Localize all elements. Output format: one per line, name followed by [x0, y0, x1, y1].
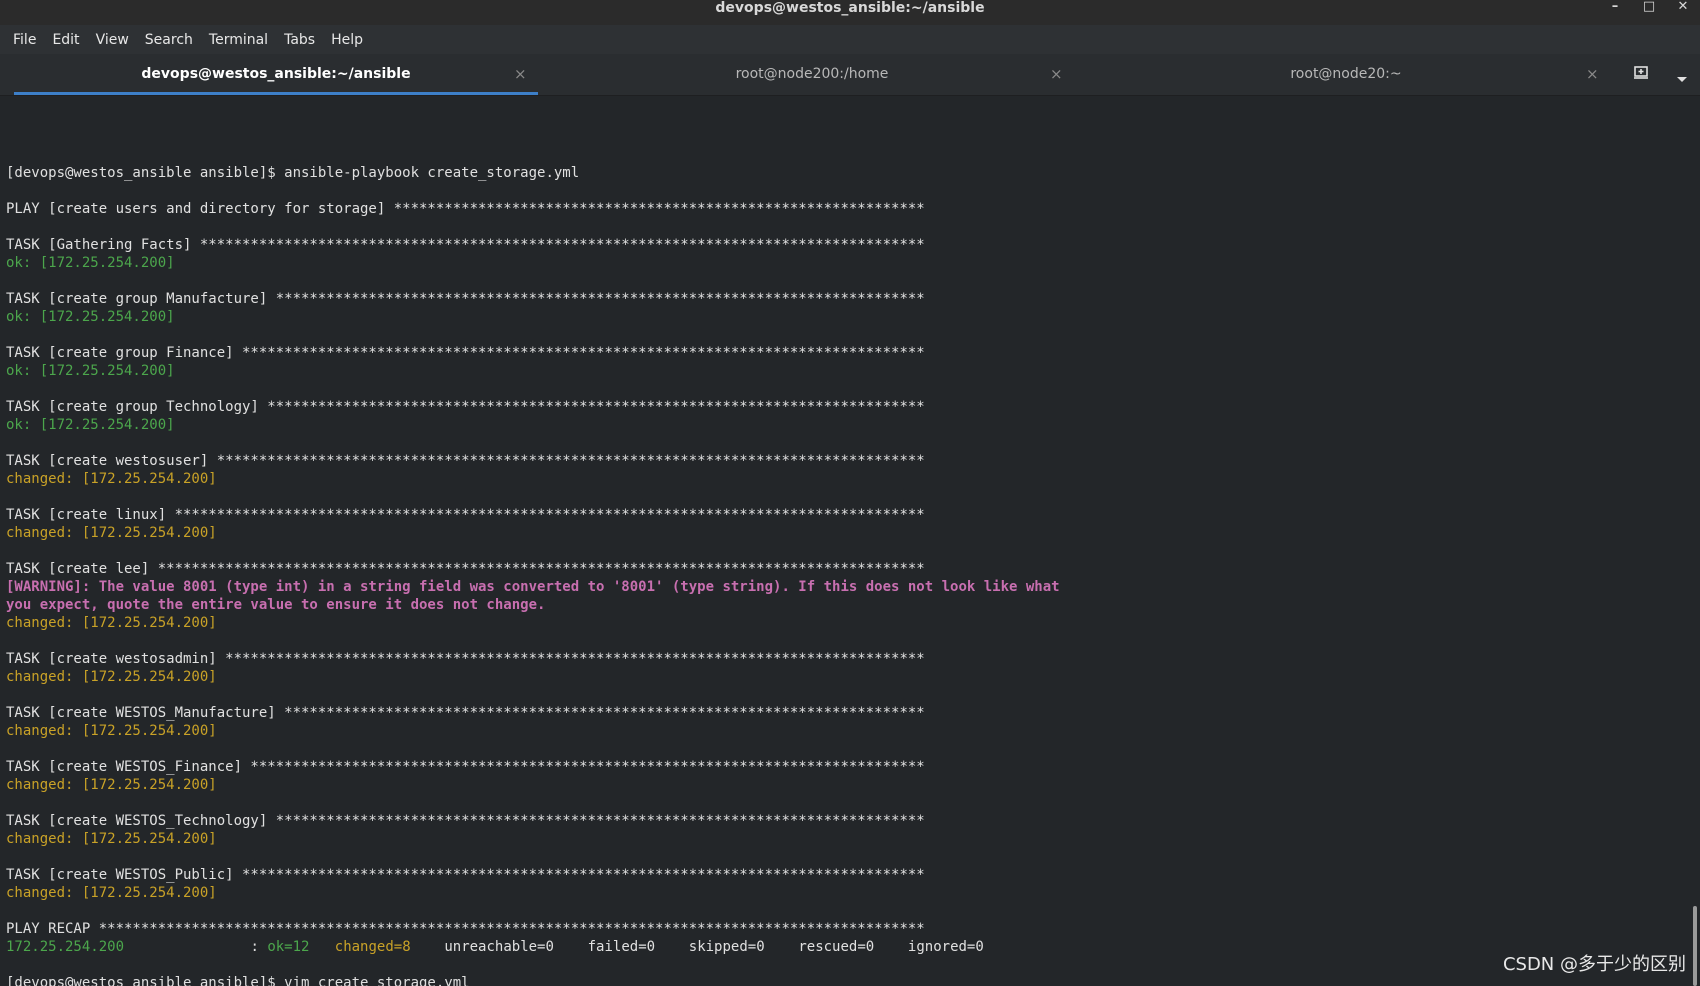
terminal-line: TASK [create lee] **********************… — [6, 561, 925, 577]
terminal-line: [devops@westos_ansible ansible]$ vim cre… — [6, 975, 470, 986]
terminal-line: TASK [create WESTOS_Public] ************… — [6, 867, 925, 883]
terminal-line: TASK [Gathering Facts] *****************… — [6, 237, 925, 253]
window-titlebar: devops@westos_ansible:~/ansible – □ ✕ — [0, 0, 1700, 25]
terminal-line: 172.25.254.200 : ok=12 changed=8 unreach… — [6, 938, 1060, 956]
terminal-line: changed: [172.25.254.200] — [6, 723, 217, 739]
terminal-line: changed: [172.25.254.200] — [6, 777, 217, 793]
terminal-lines: [devops@westos_ansible ansible]$ ansible… — [6, 164, 1060, 986]
menu-help[interactable]: Help — [323, 32, 371, 48]
terminal-line: PLAY [create users and directory for sto… — [6, 201, 925, 217]
tab-close-icon[interactable]: × — [1050, 54, 1063, 94]
tab-node20-home[interactable]: root@node20:~ — [1084, 54, 1608, 95]
new-tab-icon[interactable] — [1633, 64, 1649, 84]
terminal-line: TASK [create group Technology] *********… — [6, 399, 925, 415]
tab-bar: devops@westos_ansible:~/ansible × root@n… — [0, 54, 1700, 96]
tab-label: devops@westos_ansible:~/ansible — [141, 66, 411, 82]
terminal-line: changed: [172.25.254.200] — [6, 669, 217, 685]
window-controls: – □ ✕ — [1598, 0, 1700, 25]
menu-tabs[interactable]: Tabs — [276, 32, 323, 48]
terminal-line: you expect, quote the entire value to en… — [6, 597, 546, 613]
terminal-line: ok: [172.25.254.200] — [6, 417, 175, 433]
tab-label: root@node200:/home — [735, 66, 889, 82]
recap-separator: : — [124, 939, 268, 955]
terminal-line: ok: [172.25.254.200] — [6, 309, 175, 325]
terminal-line: TASK [create WESTOS_Finance] ***********… — [6, 759, 925, 775]
terminal-line: changed: [172.25.254.200] — [6, 885, 217, 901]
terminal-line: TASK [create group Manufacture] ********… — [6, 291, 925, 307]
terminal-line: PLAY RECAP *****************************… — [6, 921, 925, 937]
terminal-line: changed: [172.25.254.200] — [6, 471, 217, 487]
tab-devops-ansible[interactable]: devops@westos_ansible:~/ansible — [14, 54, 538, 95]
watermark: CSDN @多于少的区别 — [1502, 954, 1686, 975]
scroll-thumb[interactable] — [1693, 906, 1697, 986]
terminal-output[interactable]: [devops@westos_ansible ansible]$ ansible… — [0, 96, 1690, 986]
chevron-down-icon[interactable] — [1676, 69, 1688, 88]
menu-search[interactable]: Search — [137, 32, 201, 48]
terminal-line: TASK [create WESTOS_Manufacture] *******… — [6, 705, 925, 721]
recap-rest: unreachable=0 failed=0 skipped=0 rescued… — [410, 939, 984, 955]
menu-terminal[interactable]: Terminal — [201, 32, 276, 48]
terminal-line: TASK [create linux] ********************… — [6, 507, 925, 523]
tab-label: root@node20:~ — [1290, 66, 1402, 82]
terminal-line: changed: [172.25.254.200] — [6, 831, 217, 847]
terminal-line: TASK [create group Finance] ************… — [6, 345, 925, 361]
recap-changed: changed=8 — [334, 939, 411, 955]
terminal-line: TASK [create WESTOS_Technology] ********… — [6, 813, 925, 829]
window-title: devops@westos_ansible:~/ansible — [715, 0, 985, 16]
minimize-button[interactable]: – — [1598, 0, 1632, 18]
maximize-button[interactable]: □ — [1632, 0, 1666, 18]
recap-ok: ok=12 — [267, 939, 310, 955]
scrollbar[interactable] — [1690, 96, 1700, 986]
tab-close-icon[interactable]: × — [1586, 54, 1599, 94]
tab-close-icon[interactable]: × — [514, 54, 527, 94]
menu-view[interactable]: View — [88, 32, 137, 48]
recap-gap — [309, 939, 334, 955]
terminal-line: [devops@westos_ansible ansible]$ ansible… — [6, 165, 580, 181]
terminal-line: ok: [172.25.254.200] — [6, 363, 175, 379]
terminal-line: changed: [172.25.254.200] — [6, 525, 217, 541]
tab-node200-home[interactable]: root@node200:/home — [550, 54, 1074, 95]
terminal-line: TASK [create westosadmin] **************… — [6, 651, 925, 667]
menu-file[interactable]: File — [5, 32, 44, 48]
close-button[interactable]: ✕ — [1666, 0, 1700, 18]
menu-edit[interactable]: Edit — [44, 32, 87, 48]
terminal-line: [WARNING]: The value 8001 (type int) in … — [6, 579, 1060, 595]
menu-bar: File Edit View Search Terminal Tabs Help — [0, 25, 1700, 54]
terminal-line: changed: [172.25.254.200] — [6, 615, 217, 631]
recap-host: 172.25.254.200 — [6, 939, 125, 955]
terminal-line: ok: [172.25.254.200] — [6, 255, 175, 271]
terminal-line: TASK [create westosuser] ***************… — [6, 453, 925, 469]
